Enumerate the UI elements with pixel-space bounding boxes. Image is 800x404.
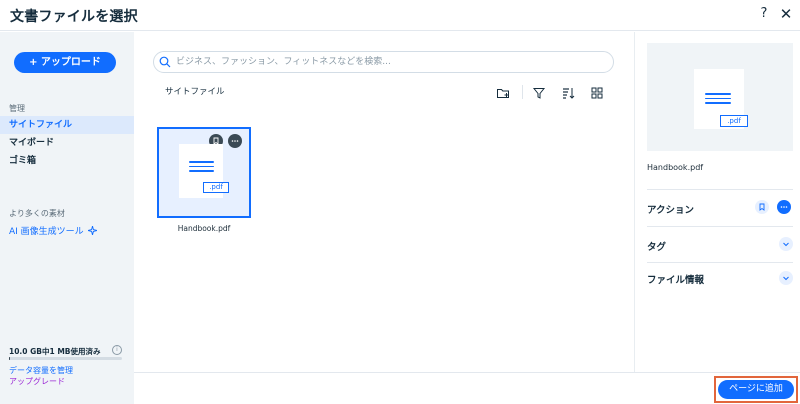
preview-pdf-tag: .pdf xyxy=(720,115,748,127)
sidebar-item-site-files[interactable]: サイトファイル xyxy=(0,116,134,134)
search-bar xyxy=(153,51,614,73)
more-icon xyxy=(231,140,239,142)
sidebar-item-trash[interactable]: ゴミ箱 xyxy=(0,152,134,170)
manage-storage-link[interactable]: データ容量を管理 xyxy=(9,365,73,376)
bookmark-button[interactable] xyxy=(755,200,769,214)
search-input[interactable] xyxy=(176,55,606,69)
breadcrumb: サイトファイル xyxy=(165,87,225,97)
close-button[interactable]: ✕ xyxy=(777,5,795,23)
file-preview: .pdf xyxy=(647,43,793,151)
bookmark-icon xyxy=(759,203,765,211)
pdf-file-icon: .pdf xyxy=(179,144,229,198)
toolbar-divider xyxy=(522,85,523,99)
ai-image-tool-link[interactable]: AI 画像生成ツール xyxy=(9,224,97,237)
ai-image-tool-label: AI 画像生成ツール xyxy=(9,227,84,237)
details-file-name: Handbook.pdf xyxy=(647,163,704,172)
file-info-title: ファイル情報 xyxy=(647,275,705,286)
file-info-section[interactable]: ファイル情報 xyxy=(647,262,793,298)
upgrade-link[interactable]: アップグレード xyxy=(9,376,65,387)
more-actions-button[interactable] xyxy=(228,134,242,148)
more-icon xyxy=(780,206,788,208)
tags-section[interactable]: タグ xyxy=(647,226,793,262)
filter-icon[interactable] xyxy=(532,85,546,99)
details-panel: .pdf Handbook.pdf アクション タグ ファイル情報 xyxy=(634,32,800,372)
pdf-tag: .pdf xyxy=(203,182,229,193)
pdf-file-icon: .pdf xyxy=(694,69,748,129)
add-to-page-button[interactable]: ページに追加 xyxy=(718,380,794,399)
chevron-down-icon[interactable] xyxy=(779,237,793,251)
help-button[interactable]: ? xyxy=(755,5,773,23)
dialog-title: 文書ファイルを選択 xyxy=(10,9,138,25)
dialog-header: 文書ファイルを選択 ? ✕ xyxy=(0,0,800,31)
storage-bar xyxy=(9,357,122,360)
grid-view-icon[interactable] xyxy=(590,85,604,99)
sidebar: + アップロード 管理 サイトファイル マイボード ゴミ箱 より多くの素材 AI… xyxy=(0,32,134,404)
sort-icon[interactable] xyxy=(561,85,575,99)
search-icon xyxy=(159,56,171,68)
file-browser: サイトファイル .pdf Handbook.pdf xyxy=(134,32,634,372)
tags-title: タグ xyxy=(647,242,667,253)
file-name-label: Handbook.pdf xyxy=(177,224,231,233)
actions-title: アクション xyxy=(647,205,695,216)
sidebar-item-my-boards[interactable]: マイボード xyxy=(0,134,134,152)
add-to-page-highlight: ページに追加 xyxy=(714,376,798,403)
storage-bar-fill xyxy=(9,357,11,360)
file-card[interactable]: .pdf xyxy=(157,127,251,218)
upload-button[interactable]: + アップロード xyxy=(14,52,116,73)
actions-section: アクション xyxy=(647,189,793,225)
chevron-down-icon[interactable] xyxy=(779,271,793,285)
new-folder-icon[interactable] xyxy=(496,85,510,99)
manage-section-label: 管理 xyxy=(9,104,25,113)
info-icon[interactable]: i xyxy=(112,345,122,355)
dialog-footer: ページに追加 xyxy=(134,372,800,404)
storage-usage-text: 10.0 GB中1 MB使用済み xyxy=(9,347,101,356)
more-actions-button[interactable] xyxy=(777,200,791,214)
more-assets-section-label: より多くの素材 xyxy=(9,209,65,218)
sparkle-icon xyxy=(87,226,97,235)
